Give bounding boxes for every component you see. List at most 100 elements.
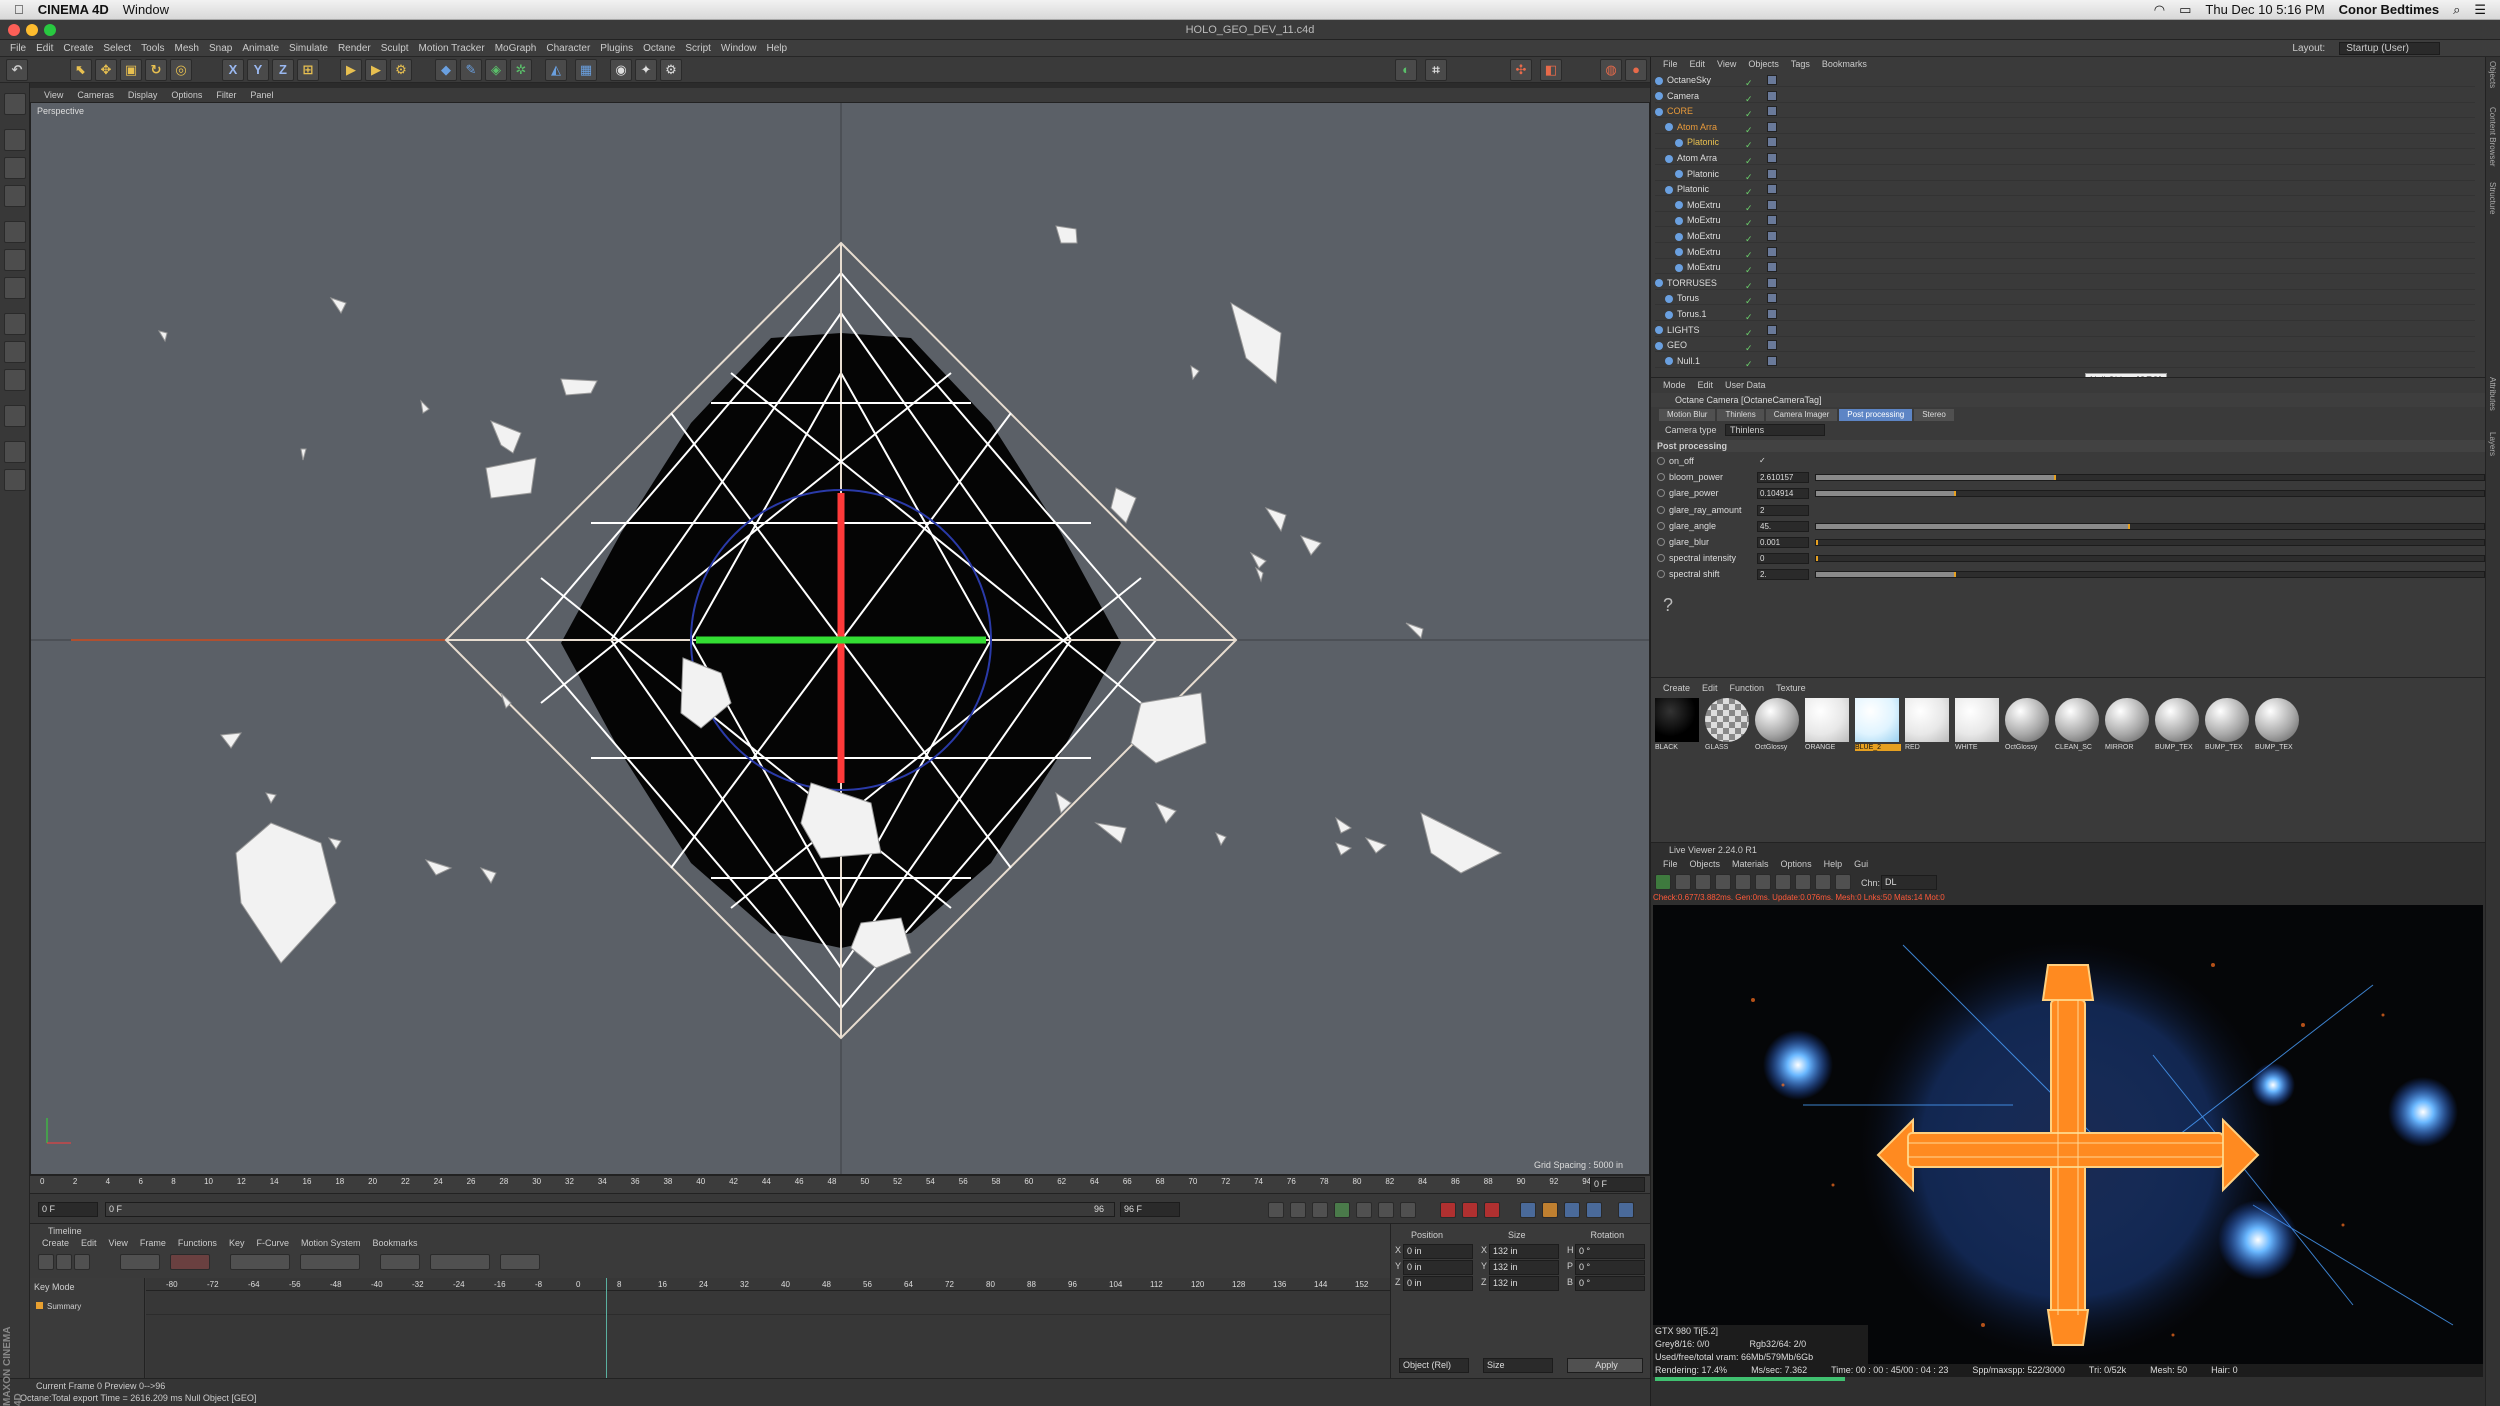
focus-picker-icon[interactable] (1815, 874, 1831, 890)
menu-tools[interactable]: Tools (141, 43, 164, 54)
animate-param-icon[interactable] (1657, 570, 1665, 579)
start-frame-field[interactable]: 0 F (38, 1202, 98, 1217)
tab-structure[interactable]: Structure (2488, 182, 2497, 214)
object-row[interactable]: Atom Arra ✓ (1655, 120, 2475, 135)
cube-primitive-icon[interactable]: ◆ (435, 59, 457, 81)
lock-resolution-icon[interactable] (1735, 874, 1751, 890)
object-row[interactable]: Torus.1 ✓ (1655, 307, 2475, 322)
render-preview[interactable] (1653, 905, 2483, 1365)
attribute-tab[interactable]: Camera Imager (1765, 409, 1838, 421)
snap-icon[interactable]: ⌗ (1425, 59, 1447, 81)
tag-icon[interactable] (1767, 262, 1777, 273)
tag-icon[interactable] (1767, 199, 1777, 210)
lv-menu-gui[interactable]: Gui (1854, 857, 1868, 871)
param-slider[interactable] (1815, 571, 2485, 579)
x-axis-lock-button[interactable]: X (222, 59, 244, 81)
tl-menu-motion-system[interactable]: Motion System (301, 1238, 361, 1252)
fcurve-mode-icon[interactable] (56, 1254, 72, 1270)
timeline-ruler[interactable]: 0 2 4 6 8 10 12 14 16 18 20 22 24 26 28 30 32 34 36 38 40 42 4… (30, 1175, 1650, 1193)
menu-create[interactable]: Create (63, 43, 93, 54)
tag-icon[interactable] (1767, 215, 1777, 226)
tl-menu-frame[interactable]: Frame (140, 1238, 166, 1252)
material-swatch[interactable]: BUMP_TEX (2205, 698, 2251, 758)
menu-mograph[interactable]: MoGraph (495, 43, 537, 54)
camera-icon[interactable]: ◉ (610, 59, 632, 81)
dope-sheet-icon[interactable] (74, 1254, 90, 1270)
pause-render-icon[interactable] (1695, 874, 1711, 890)
timeline-window-icon[interactable] (1618, 1202, 1634, 1218)
tag-icon[interactable] (1767, 355, 1777, 366)
close-window-icon[interactable] (8, 24, 20, 36)
lv-menu-materials[interactable]: Materials (1732, 857, 1769, 871)
position-field[interactable]: 0 in (1403, 1276, 1473, 1291)
lv-menu-file[interactable]: File (1663, 857, 1678, 871)
object-row[interactable]: LIGHTS ✓ (1655, 323, 2475, 338)
menu-script[interactable]: Script (685, 43, 711, 54)
y-axis-lock-button[interactable]: Y (247, 59, 269, 81)
material-swatch[interactable]: BUMP_TEX (2155, 698, 2201, 758)
lv-menu-options[interactable]: Options (1781, 857, 1812, 871)
preview-range-slider[interactable]: 0 F 96 (105, 1202, 1115, 1217)
mm-menu-edit[interactable]: Edit (1702, 681, 1718, 695)
tl-menu-key[interactable]: Key (229, 1238, 245, 1252)
summary-row[interactable]: Summary (36, 1302, 81, 1311)
param-value-field[interactable]: 45. (1757, 520, 1809, 532)
animate-param-icon[interactable] (1657, 505, 1665, 514)
param-value-field[interactable]: 0.001 (1757, 537, 1809, 548)
visibility-check-icon[interactable]: ✓ (1745, 357, 1753, 371)
tag-icon[interactable] (1767, 246, 1777, 257)
vp-menu-view[interactable]: View (44, 90, 63, 100)
object-row[interactable]: MoExtru ✓ (1655, 260, 2475, 275)
menu-motion-tracker[interactable]: Motion Tracker (419, 43, 485, 54)
tag-icon[interactable] (1767, 184, 1777, 195)
position-key-icon[interactable] (1520, 1202, 1536, 1218)
vp-menu-display[interactable]: Display (128, 90, 158, 100)
animate-param-icon[interactable] (1657, 489, 1665, 498)
scale-tool-icon[interactable]: ▣ (120, 59, 142, 81)
om-menu-edit[interactable]: Edit (1690, 57, 1706, 71)
tag-icon[interactable] (1767, 324, 1777, 335)
battery-icon[interactable]: ▭ (2179, 2, 2191, 18)
axis-mode-icon[interactable] (4, 313, 26, 335)
array-icon[interactable]: ✲ (510, 59, 532, 81)
timeline-key-area[interactable]: -80 -72 -64 -56 -48 -40 -32 -24 -16 -8 0 8 16 24 32 40 4… (146, 1278, 1390, 1378)
polygons-mode-icon[interactable] (4, 277, 26, 299)
octane-objects-icon[interactable]: ✣ (1510, 59, 1532, 81)
size-field[interactable]: 132 in (1489, 1276, 1559, 1291)
am-menu-user-data[interactable]: User Data (1725, 378, 1766, 392)
object-row[interactable]: Camera ✓ (1655, 89, 2475, 104)
spline-pen-icon[interactable]: ✎ (460, 59, 482, 81)
menu-plugins[interactable]: Plugins (600, 43, 633, 54)
tab-layers[interactable]: Layers (2488, 432, 2497, 456)
tag-icon[interactable] (1767, 168, 1777, 179)
tag-icon[interactable] (1767, 309, 1777, 319)
position-field[interactable]: 0 in (1403, 1244, 1473, 1259)
material-swatch[interactable]: BLACK (1655, 698, 1701, 758)
tag-icon[interactable] (1767, 153, 1777, 163)
object-row[interactable]: Platonic ✓ (1655, 167, 2475, 182)
mm-menu-texture[interactable]: Texture (1776, 681, 1806, 695)
menu-animate[interactable]: Animate (242, 43, 279, 54)
channel-select[interactable]: DL (1881, 875, 1937, 890)
object-row[interactable]: CORE ✓ (1655, 104, 2475, 119)
object-row[interactable]: OctaneSky ✓ (1655, 73, 2475, 88)
tl-menu-edit[interactable]: Edit (81, 1238, 97, 1252)
3d-viewport[interactable]: Perspective Grid Spacing : 5000 in (30, 102, 1650, 1175)
floor-icon[interactable]: ▦ (575, 59, 597, 81)
pick-material-icon[interactable] (1835, 874, 1851, 890)
param-value-field[interactable]: 2. (1757, 569, 1809, 581)
tab-objects[interactable]: Objects (2488, 61, 2497, 88)
snap-settings-icon[interactable] (4, 369, 26, 391)
coord-size-select[interactable]: Size (1483, 1358, 1553, 1373)
tab-attributes[interactable]: Attributes (2488, 377, 2497, 411)
object-row[interactable]: MoExtru ✓ (1655, 198, 2475, 213)
make-editable-icon[interactable] (4, 93, 26, 115)
tag-icon[interactable] (1767, 137, 1777, 148)
camera-type-select[interactable]: Thinlens (1725, 424, 1826, 436)
rotation-key-icon[interactable] (1564, 1202, 1580, 1218)
move-tool-icon[interactable]: ✥ (95, 59, 117, 81)
workplane-lock-icon[interactable] (4, 405, 26, 427)
vp-menu-filter[interactable]: Filter (216, 90, 236, 100)
octane-camera-icon[interactable]: ◧ (1540, 59, 1562, 81)
om-menu-bookmarks[interactable]: Bookmarks (1822, 57, 1867, 71)
